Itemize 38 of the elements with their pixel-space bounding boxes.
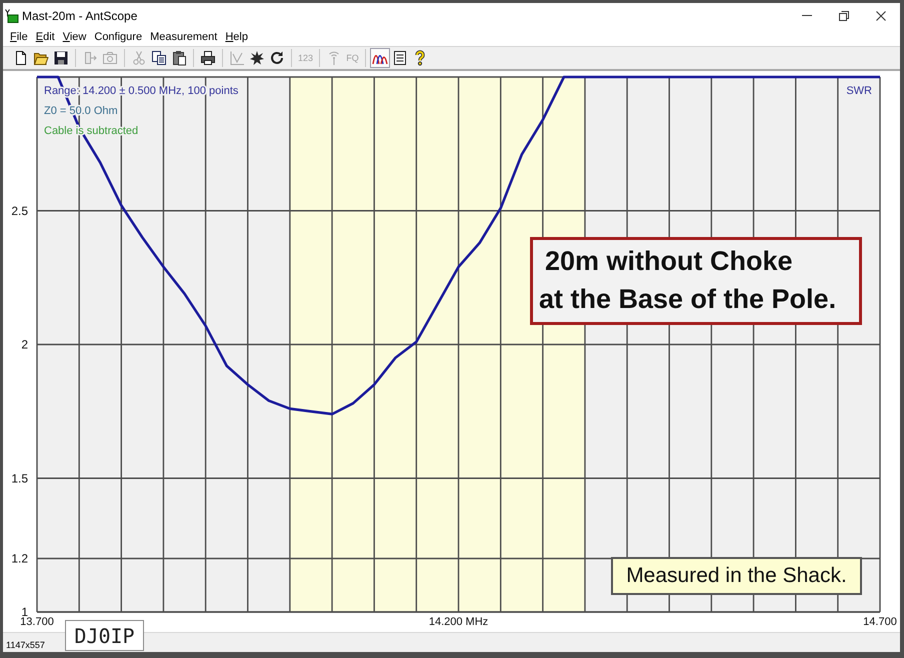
toolbar-button[interactable]	[198, 48, 218, 68]
note-callout: 20m without Choke at the Base of the Pole.	[530, 237, 862, 325]
document-icon	[13, 50, 29, 66]
folder-icon	[33, 50, 49, 66]
axis-tick-label: 1.2	[11, 552, 28, 566]
menu-item[interactable]: File	[6, 31, 32, 43]
camera-icon	[102, 50, 118, 66]
menu-item[interactable]: Configure	[90, 31, 146, 43]
menu-item[interactable]: View	[58, 31, 90, 43]
graph-icon	[229, 50, 245, 66]
menu-item[interactable]: Measurement	[146, 31, 222, 43]
axis-tick-label: 1.5	[11, 471, 28, 486]
minimize-icon	[802, 15, 812, 16]
paste-icon	[171, 50, 187, 66]
menu-item[interactable]: Edit	[32, 31, 59, 43]
axis-tick-label: 2	[21, 338, 28, 352]
close-icon	[876, 10, 886, 20]
printer-icon	[200, 50, 216, 66]
cut-icon	[131, 50, 147, 66]
copy-icon	[151, 50, 167, 66]
menu-item[interactable]: Help	[221, 31, 252, 43]
axis-tick-label: 13.700	[20, 616, 54, 628]
burst-icon	[249, 50, 265, 66]
series-label: SWR	[846, 85, 872, 97]
caption-note: Measured in the Shack.	[611, 557, 862, 595]
axis-tick-label: 14.700	[863, 616, 897, 628]
toolbar-button[interactable]	[149, 48, 169, 68]
status-text: 1147x557	[6, 640, 45, 650]
antenna-app-icon	[5, 8, 19, 22]
card-arrow-icon	[82, 50, 98, 66]
refresh-icon	[269, 50, 285, 66]
window-title: Mast-20m - AntScope	[22, 8, 138, 22]
toolbar-button[interactable]	[370, 48, 390, 68]
axis-tick-label: 2.5	[11, 204, 28, 218]
restore-icon	[838, 10, 848, 20]
signature-label: DJ0IP	[65, 620, 144, 651]
axis-tick-label: 14.200 MHz	[428, 616, 488, 628]
list-icon	[392, 50, 408, 66]
